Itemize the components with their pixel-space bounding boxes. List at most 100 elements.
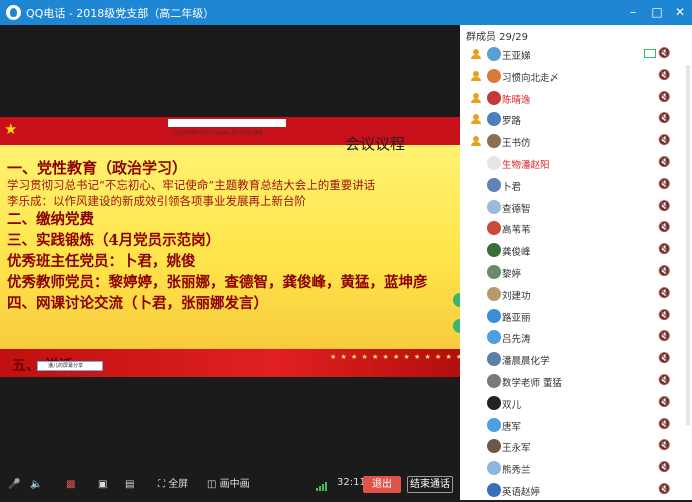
avatar: [487, 439, 501, 454]
avatar: [487, 68, 501, 83]
share-screen-icon[interactable]: ▣: [98, 477, 107, 493]
share-status-bar: 正在分享屏幕 00:02:21 Maybe_[高二]大家认真看: [168, 119, 286, 135]
member-name: 生物潘赵阳: [502, 159, 550, 171]
member-name: 唐军: [502, 421, 522, 433]
member-name: 王亚娣: [502, 51, 531, 62]
minimize-icon[interactable]: –: [621, 2, 645, 22]
avatar: [487, 264, 501, 279]
slide-heading: 会议议程: [345, 135, 406, 153]
avatar: [487, 221, 501, 236]
member-row[interactable]: 数学老师 董猛 🔇: [460, 371, 692, 393]
admin-icon: [471, 70, 481, 81]
member-row[interactable]: 唐军 🔇: [460, 415, 692, 437]
member-row[interactable]: 罗路 🔇: [460, 109, 692, 131]
avatar: [487, 352, 501, 367]
exit-button[interactable]: 退出: [363, 476, 401, 493]
agenda-line: 学习贯彻习总书记“不忘初心、牢记使命”主题教育总结大会上的重要讲话: [7, 178, 376, 192]
member-row[interactable]: 熊秀兰 🔇: [460, 458, 692, 480]
mic-muted-icon[interactable]: 🔇: [658, 310, 670, 322]
member-name: 潘晨晨化学: [502, 356, 550, 368]
avatar: [487, 243, 501, 258]
admin-icon: [471, 114, 481, 125]
member-row[interactable]: 习惯向北走〆 🔇: [460, 66, 692, 88]
mic-muted-icon[interactable]: 🔇: [658, 222, 670, 234]
avatar: [487, 155, 501, 170]
member-row[interactable]: 王永军 🔇: [460, 436, 692, 458]
mic-muted-icon[interactable]: 🔇: [658, 244, 670, 256]
member-list-scrollbar[interactable]: [686, 65, 690, 425]
member-name: 路亚丽: [502, 312, 531, 324]
mic-muted-icon[interactable]: 🔇: [658, 353, 670, 365]
expand-panel-handle[interactable]: [453, 319, 460, 333]
member-row[interactable]: 路亚丽 🔇: [460, 306, 692, 328]
member-row[interactable]: 陈晴逸 🔇: [460, 88, 692, 110]
member-name: 熊秀兰: [502, 465, 531, 477]
member-row[interactable]: 潘晨晨化学 🔇: [460, 349, 692, 371]
mic-muted-icon[interactable]: 🔇: [658, 397, 670, 409]
avatar: [487, 199, 501, 214]
mic-muted-icon[interactable]: 🎤: [8, 477, 20, 493]
agenda-line: 二、缴纳党费: [7, 211, 94, 228]
avatar: [487, 482, 501, 497]
member-row[interactable]: 生物潘赵阳 🔇: [460, 153, 692, 175]
agenda-line: 优秀教师党员：黎婷婷，张丽娜，查德智，龚俊峰，黄猛，蓝坤彦: [7, 274, 428, 291]
mic-muted-icon[interactable]: 🔇: [658, 331, 670, 343]
mic-muted-icon[interactable]: 🔇: [658, 201, 670, 213]
member-name: 王书仿: [502, 138, 531, 150]
end-call-button[interactable]: 结束通话: [407, 476, 453, 493]
maximize-icon[interactable]: □: [645, 2, 669, 22]
member-list: 王亚娣 🔇 习惯向北走〆 🔇 陈晴逸 🔇 罗路 🔇 王书仿 🔇 生物潘赵阳 🔇 卜君 🔇 查德智 🔇 高苇苇 🔇 龚…: [460, 44, 692, 502]
member-name: 双儿: [502, 399, 522, 411]
mic-muted-icon[interactable]: 🔇: [658, 179, 670, 191]
member-name: 王永军: [502, 443, 531, 455]
camera-off-icon[interactable]: ▩: [66, 477, 75, 493]
agenda-line: 优秀班主任党员：卜君，姚俊: [7, 253, 196, 270]
member-row[interactable]: 龚俊峰 🔇: [460, 240, 692, 262]
member-name: 罗路: [502, 116, 522, 128]
avatar: [487, 461, 501, 476]
mic-muted-icon[interactable]: 🔇: [658, 375, 670, 387]
avatar: [487, 308, 501, 323]
admin-icon: [471, 92, 481, 103]
mic-muted-icon[interactable]: 🔇: [658, 70, 670, 82]
member-row[interactable]: 王亚娣 🔇: [460, 44, 692, 66]
mic-muted-icon[interactable]: 🔇: [658, 113, 670, 125]
close-icon[interactable]: ✕: [668, 2, 692, 22]
mini-share-window[interactable]: 潘儿的屏幕分享: [37, 361, 103, 371]
mic-muted-icon[interactable]: 🔇: [658, 484, 670, 496]
mic-muted-icon[interactable]: 🔇: [658, 462, 670, 474]
mic-muted-icon[interactable]: 🔇: [658, 48, 670, 60]
avatar: [487, 112, 501, 127]
member-row[interactable]: 英语赵婷 🔇: [460, 480, 692, 502]
mic-muted-icon[interactable]: 🔇: [658, 135, 670, 147]
speaker-icon[interactable]: 🔈: [30, 477, 42, 493]
pip-button[interactable]: ◫ 画中画: [207, 477, 250, 493]
footer-stars: ★ ★ ★ ★ ★ ★ ★ ★ ★ ★ ★ ★ ★: [330, 353, 460, 361]
member-row[interactable]: 高苇苇 🔇: [460, 218, 692, 240]
screen-share-area[interactable]: ★ 正在分享屏幕 00:02:21 Maybe_[高二]大家认真看 会议议程 一…: [0, 25, 460, 470]
member-row[interactable]: 双儿 🔇: [460, 393, 692, 415]
title-bar: QQ电话 - 2018级党支部（高二年级） – □ ✕: [0, 0, 692, 25]
member-row[interactable]: 吕先涛 🔇: [460, 327, 692, 349]
mic-muted-icon[interactable]: 🔇: [658, 288, 670, 300]
mic-muted-icon[interactable]: 🔇: [658, 266, 670, 278]
signal-strength-icon: [316, 480, 328, 491]
window-title: QQ电话 - 2018级党支部（高二年级）: [26, 7, 215, 20]
member-name: 吕先涛: [502, 334, 531, 346]
mic-muted-icon[interactable]: 🔇: [658, 92, 670, 104]
member-row[interactable]: 卜君 🔇: [460, 175, 692, 197]
member-name: 龚俊峰: [502, 247, 531, 259]
mic-muted-icon[interactable]: 🔇: [658, 440, 670, 452]
member-row[interactable]: 黎婷 🔇: [460, 262, 692, 284]
member-row[interactable]: 刘建功 🔇: [460, 284, 692, 306]
member-row[interactable]: 王书仿 🔇: [460, 131, 692, 153]
qq-logo-icon: [6, 5, 21, 20]
member-panel: 群成员 29/29 王亚娣 🔇 习惯向北走〆 🔇 陈晴逸 🔇 罗路 🔇 王书仿 🔇 生物潘赵阳 🔇 卜君…: [460, 25, 692, 500]
fullscreen-button[interactable]: ⛶ 全屏: [158, 477, 188, 493]
whiteboard-icon[interactable]: ▤: [125, 477, 134, 493]
mic-muted-icon[interactable]: 🔇: [658, 157, 670, 169]
collapse-panel-handle[interactable]: [453, 293, 460, 307]
member-row[interactable]: 查德智 🔇: [460, 197, 692, 219]
mic-muted-icon[interactable]: 🔇: [658, 419, 670, 431]
party-flag-icon: ★: [4, 120, 18, 138]
